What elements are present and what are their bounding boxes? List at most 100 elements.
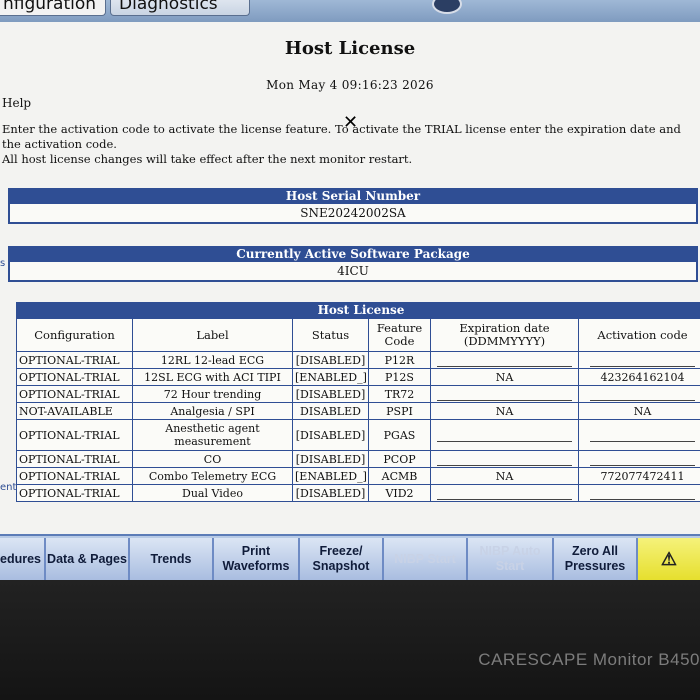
host-license-table-section: Host License Configuration Label Status … [16, 302, 700, 502]
row-label: CO [132, 450, 293, 468]
instruction-line: All host license changes will take effec… [2, 152, 413, 166]
data-pages-key[interactable]: Data & Pages [46, 538, 130, 580]
activation-code-field[interactable] [590, 354, 695, 367]
row-feature-code: TR72 [368, 385, 431, 403]
row-feature-code: ACMB [368, 467, 431, 485]
row-label: Anesthetic agent measurement [132, 419, 293, 451]
freeze-snapshot-key[interactable]: Freeze/ Snapshot [300, 538, 384, 580]
license-row: OPTIONAL-TRIAL CO [DISABLED] PCOP [16, 450, 700, 468]
row-activation-code[interactable] [578, 450, 700, 468]
row-status: [ENABLED_] [292, 467, 369, 485]
expiration-date-field[interactable] [437, 453, 572, 466]
column-header: Activation code [578, 318, 700, 352]
activation-code-field[interactable] [590, 388, 695, 401]
license-row: NOT-AVAILABLE Analgesia / SPI DISABLED PSPI… [16, 402, 700, 420]
alarm-bell-icon[interactable]: ⚠ [638, 538, 700, 580]
license-table-body: OPTIONAL-TRIAL 12RL 12-lead ECG [DISABLED]… [16, 351, 700, 502]
license-row: OPTIONAL-TRIAL Dual Video [DISABLED] VID2 [16, 484, 700, 502]
side-label-fragment: s [0, 258, 6, 269]
row-configuration: OPTIONAL-TRIAL [16, 450, 133, 468]
column-header: Expiration date (DDMMYYYY) [430, 318, 579, 352]
row-feature-code: PGAS [368, 419, 431, 451]
activation-code-field[interactable] [590, 453, 695, 466]
host-license-table: Configuration Label Status Feature Code … [16, 318, 700, 502]
row-configuration: OPTIONAL-TRIAL [16, 385, 133, 403]
row-activation-code[interactable] [578, 484, 700, 502]
activation-code-field[interactable] [590, 429, 695, 442]
active-package-section: Currently Active Software Package 4ICU [8, 246, 698, 282]
license-row: OPTIONAL-TRIAL 12RL 12-lead ECG [DISABLED]… [16, 351, 700, 369]
license-row: OPTIONAL-TRIAL Combo Telemetry ECG [ENABLE… [16, 467, 700, 485]
row-expiration-date[interactable] [430, 419, 579, 451]
monitor-bezel [0, 580, 700, 700]
tab-diagnostics[interactable]: Diagnostics [110, 0, 250, 16]
row-label: 12RL 12-lead ECG [132, 351, 293, 369]
row-expiration-date[interactable] [430, 484, 579, 502]
row-status: [DISABLED] [292, 484, 369, 502]
column-header: Label [132, 318, 293, 352]
instruction-line: Enter the activation code to activate th… [2, 122, 681, 136]
nibp-auto-start-key[interactable]: NIBP Auto Start [468, 538, 554, 580]
row-feature-code: P12R [368, 351, 431, 369]
row-feature-code: P12S [368, 368, 431, 386]
row-configuration: OPTIONAL-TRIAL [16, 419, 133, 451]
row-label: Combo Telemetry ECG [132, 467, 293, 485]
side-label-fragment: ent [0, 482, 17, 493]
expiration-date-field[interactable] [437, 487, 572, 500]
row-configuration: NOT-AVAILABLE [16, 402, 133, 420]
page-title: Host License [284, 38, 416, 59]
row-status: [DISABLED] [292, 351, 369, 369]
license-row: OPTIONAL-TRIAL 72 Hour trending [DISABLED]… [16, 385, 700, 403]
nibp-start-key[interactable]: NIBP Start [384, 538, 468, 580]
host-license-screen: Host License Mon May 4 09:16:23 2026 Hel… [0, 22, 700, 534]
procedures-key[interactable]: edures [0, 538, 46, 580]
row-status: [DISABLED] [292, 450, 369, 468]
row-activation-code: 423264162104 [578, 368, 700, 386]
license-row: OPTIONAL-TRIAL 12SL ECG with ACI TIPI [ENA… [16, 368, 700, 386]
row-expiration-date[interactable] [430, 351, 579, 369]
active-package-header: Currently Active Software Package [8, 246, 698, 262]
row-label: 12SL ECG with ACI TIPI [132, 368, 293, 386]
column-header: Configuration [16, 318, 133, 352]
row-expiration-date: NA [430, 368, 579, 386]
row-configuration: OPTIONAL-TRIAL [16, 467, 133, 485]
instruction-line: the activation code. [2, 137, 117, 151]
row-label: 72 Hour trending [132, 385, 293, 403]
expiration-date-field[interactable] [437, 388, 572, 401]
trends-key[interactable]: Trends [130, 538, 214, 580]
zero-all-pressures-key[interactable]: Zero All Pressures [554, 538, 638, 580]
row-feature-code: VID2 [368, 484, 431, 502]
row-feature-code: PCOP [368, 450, 431, 468]
row-status: DISABLED [292, 402, 369, 420]
host-license-table-title: Host License [16, 302, 700, 318]
tab-configuration[interactable]: nfiguration [0, 0, 106, 16]
row-configuration: OPTIONAL-TRIAL [16, 351, 133, 369]
row-configuration: OPTIONAL-TRIAL [16, 484, 133, 502]
activation-code-field[interactable] [590, 487, 695, 500]
row-expiration-date[interactable] [430, 385, 579, 403]
row-feature-code: PSPI [368, 402, 431, 420]
row-expiration-date: NA [430, 402, 579, 420]
row-activation-code[interactable] [578, 351, 700, 369]
print-waveforms-key[interactable]: Print Waveforms [214, 538, 300, 580]
soft-key-bar: edures Data & Pages Trends Print Wavefor… [0, 534, 700, 582]
device-brand-label: CARESCAPE Monitor B450 [478, 650, 700, 669]
row-expiration-date[interactable] [430, 450, 579, 468]
row-activation-code[interactable] [578, 419, 700, 451]
help-link[interactable]: Help [2, 96, 31, 110]
host-serial-value: SNE20242002SA [8, 204, 698, 224]
expiration-date-field[interactable] [437, 429, 572, 442]
row-status: [DISABLED] [292, 385, 369, 403]
ge-logo-icon [432, 0, 462, 14]
row-label: Dual Video [132, 484, 293, 502]
row-expiration-date: NA [430, 467, 579, 485]
row-configuration: OPTIONAL-TRIAL [16, 368, 133, 386]
top-tab-bar: nfiguration Diagnostics [0, 0, 700, 22]
row-activation-code: 772077472411 [578, 467, 700, 485]
host-serial-section: Host Serial Number SNE20242002SA [8, 188, 698, 224]
row-status: [DISABLED] [292, 419, 369, 451]
row-activation-code[interactable] [578, 385, 700, 403]
active-package-value: 4ICU [8, 262, 698, 282]
expiration-date-field[interactable] [437, 354, 572, 367]
row-activation-code: NA [578, 402, 700, 420]
